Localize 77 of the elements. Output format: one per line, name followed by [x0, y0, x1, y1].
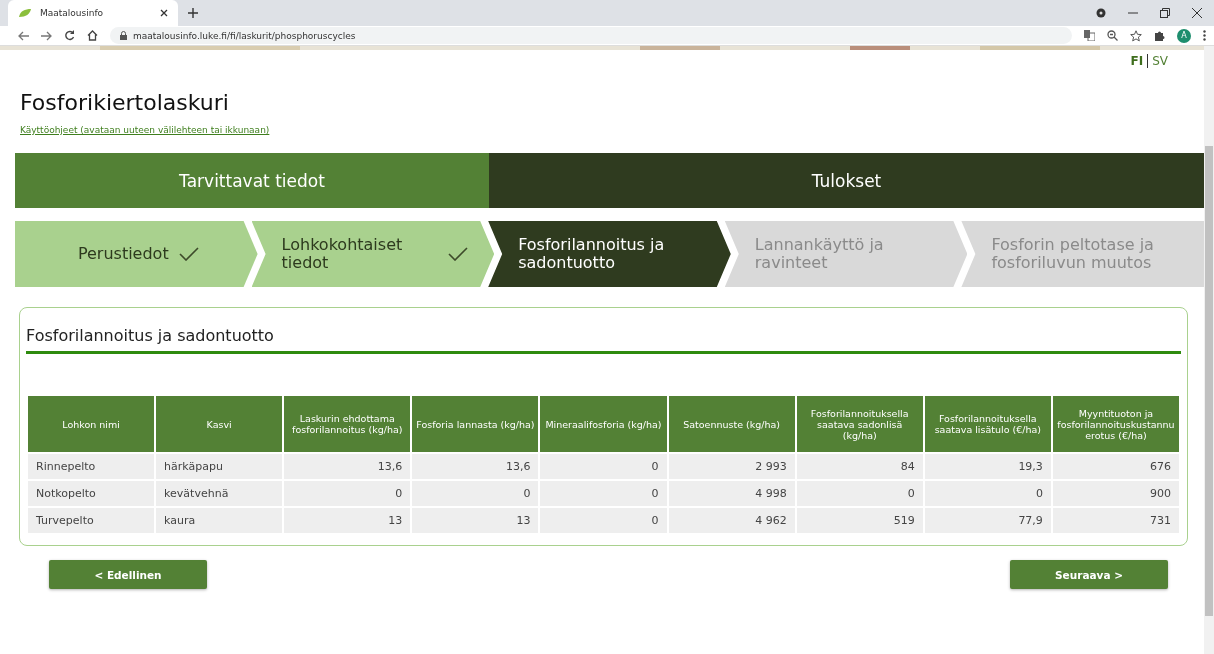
language-link[interactable]: SV	[1152, 54, 1168, 68]
table-cell: 13,6	[412, 454, 539, 479]
table-cell: 13	[412, 508, 539, 533]
table-cell: 13	[284, 508, 411, 533]
address-field[interactable]: maatalousinfo.luke.fi/fi/laskurit/phosphoruscycles	[110, 27, 1072, 44]
table-cell: kaura	[156, 508, 283, 533]
table-cell: 900	[1052, 481, 1179, 506]
table-cell: 0	[796, 481, 923, 506]
next-button[interactable]: Seuraava >	[1010, 560, 1168, 589]
previous-button[interactable]: < Edellinen	[49, 560, 207, 589]
browser-tab[interactable]: Maatalousinfo	[8, 0, 178, 26]
table-cell: Notkopelto	[28, 481, 155, 506]
profile-avatar[interactable]: A	[1177, 28, 1191, 43]
home-icon[interactable]	[87, 30, 98, 41]
lock-icon	[120, 31, 127, 40]
table-cell: 77,9	[924, 508, 1051, 533]
url-text: maatalousinfo.luke.fi/fi/laskurit/phosphoruscycles	[133, 30, 356, 41]
table-cell: 2 993	[668, 454, 795, 479]
column-header: Kasvi	[156, 396, 283, 452]
table-cell: härkäpapu	[156, 454, 283, 479]
menu-icon[interactable]	[1203, 30, 1206, 41]
reload-icon[interactable]	[64, 30, 75, 41]
step-tab[interactable]: Lohkokohtaiset tiedot	[251, 221, 495, 287]
translate-icon[interactable]	[1084, 30, 1095, 41]
table-cell: 84	[796, 454, 923, 479]
record-icon[interactable]	[1096, 8, 1106, 18]
table-cell: 4 962	[668, 508, 795, 533]
table-cell: 676	[1052, 454, 1179, 479]
close-icon[interactable]	[1192, 8, 1202, 18]
language-link[interactable]: FI	[1130, 54, 1144, 68]
table-cell: 519	[796, 508, 923, 533]
scrollbar[interactable]	[1204, 46, 1214, 654]
table-cell: 731	[1052, 508, 1179, 533]
table-cell: 0	[540, 454, 667, 479]
new-tab-icon[interactable]	[188, 8, 198, 18]
star-icon[interactable]	[1130, 29, 1142, 42]
column-header: Mineraalifosforia (kg/ha)	[540, 396, 667, 452]
step-tab[interactable]: Fosforilannoitus ja sadontuotto	[488, 221, 731, 287]
phase-tab[interactable]: Tarvittavat tiedot	[15, 153, 489, 208]
restore-icon[interactable]	[1160, 8, 1170, 18]
column-header: Lohkon nimi	[28, 396, 155, 452]
column-header: Laskurin ehdottama fosforilannoitus (kg/ha)	[284, 396, 411, 452]
table-cell: kevätvehnä	[156, 481, 283, 506]
column-header: Fosforia lannasta (kg/ha)	[412, 396, 539, 452]
table-cell: Rinnepelto	[28, 454, 155, 479]
column-header: Fosforilannoituksella saatava lisätulo (€/ha)	[924, 396, 1051, 452]
step-label: Fosforin peltotase ja fosforiluvun muutos	[991, 235, 1155, 273]
table-cell: 0	[540, 481, 667, 506]
table-cell: 19,3	[924, 454, 1051, 479]
column-header: Myyntituoton ja fosforilannoituskustannu erotus (€/ha)	[1052, 396, 1179, 452]
table-cell: Turvepelto	[28, 508, 155, 533]
table-cell: 0	[284, 481, 411, 506]
phase-tab[interactable]: Tulokset	[489, 153, 1204, 208]
puzzle-icon[interactable]	[1154, 30, 1165, 41]
column-header: Satoennuste (kg/ha)	[668, 396, 795, 452]
table-cell: 0	[412, 481, 539, 506]
leaf-icon	[18, 8, 32, 18]
forward-icon[interactable]	[41, 30, 52, 41]
check-icon	[448, 247, 469, 261]
step-label: Perustiedot	[77, 244, 169, 264]
zoom-icon[interactable]	[1107, 30, 1118, 41]
table-cell: 13,6	[284, 454, 411, 479]
help-link[interactable]: Käyttöohjeet (avataan uuteen välilehteen tai ikkunaan)	[20, 125, 1204, 135]
page-title: Fosforikiertolaskuri	[20, 90, 230, 115]
table-cell: 4 998	[668, 481, 795, 506]
tab-title: Maatalousinfo	[40, 8, 105, 18]
table-cell: 0	[540, 508, 667, 533]
step-label: Fosforilannoitus ja sadontuotto	[518, 235, 666, 273]
back-icon[interactable]	[18, 30, 29, 41]
column-header: Fosforilannoituksella saatava sadonlisä (kg/ha)	[796, 396, 923, 452]
step-label: Lannankäyttö ja ravinteet	[754, 235, 885, 273]
step-label: Lohkokohtaiset tiedot	[281, 235, 404, 273]
section-title: Fosforilannoitus ja sadontuotto	[26, 326, 1181, 354]
table-cell: 0	[924, 481, 1051, 506]
check-icon	[178, 247, 199, 261]
close-icon[interactable]	[160, 9, 168, 17]
step-tab[interactable]: Perustiedot	[15, 221, 258, 287]
